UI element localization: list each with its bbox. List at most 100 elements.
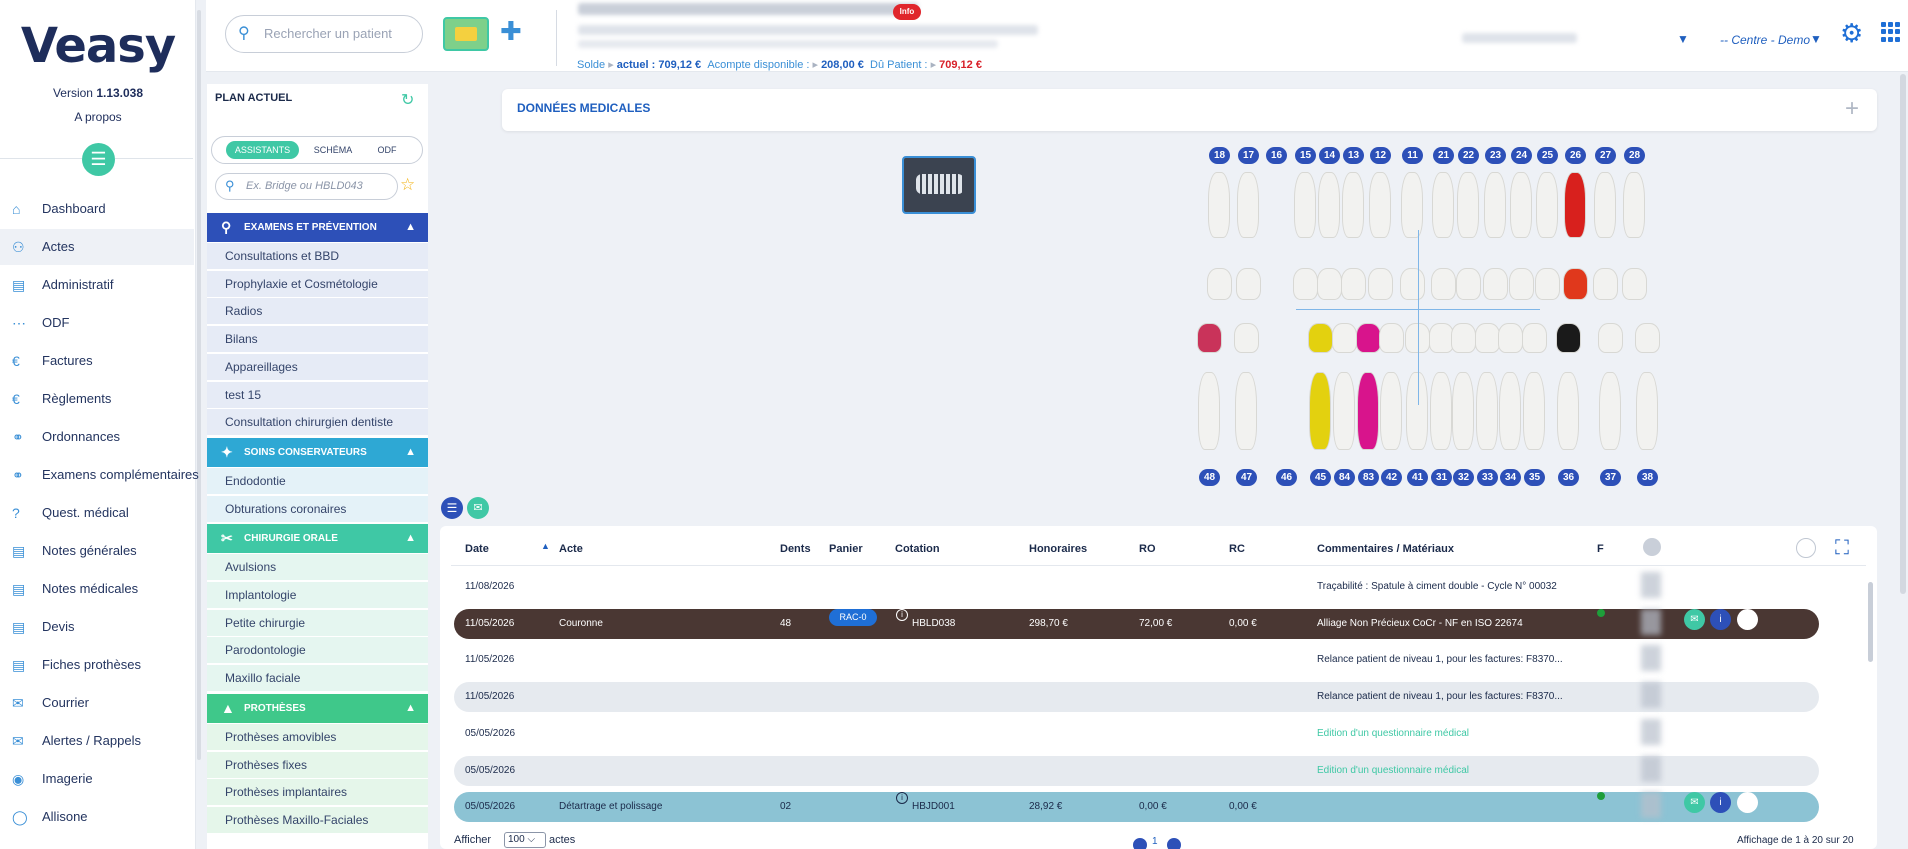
upper-tooth-crown[interactable] [1317,268,1342,300]
star-icon[interactable]: ☆ [400,175,415,195]
tooth-number[interactable]: 32 [1453,469,1474,486]
upper-tooth-crown[interactable] [1293,268,1318,300]
table-row[interactable]: 05/05/2026 Edition d'un questionnaire méd… [454,755,1819,786]
category-item[interactable]: Consultation chirurgien dentiste [207,409,428,437]
upper-tooth-root[interactable] [1536,172,1558,238]
header-date[interactable]: Date [465,543,489,555]
tooth-number[interactable]: 18 [1209,147,1230,164]
sidebar-item-odf[interactable]: ⋯ ODF [0,305,194,341]
sidebar-scrollbar[interactable] [197,10,201,760]
tooth-number[interactable]: 84 [1334,469,1355,486]
table-row[interactable]: 11/08/2026 Traçabilité : Spatule à ciment… [454,572,1819,602]
lower-tooth-crown[interactable] [1522,323,1547,353]
select-checkbox[interactable] [1737,792,1758,814]
lower-tooth-crown[interactable] [1635,323,1660,353]
table-row[interactable]: 11/05/2026 Couronne 48 RAC-0 i HBLD038 298,70 … [454,608,1819,639]
sidebar-item-notes-g-n-rales[interactable]: ▤ Notes générales [0,533,194,569]
comment-icon[interactable]: ✉ [1684,608,1705,630]
tooth-number[interactable]: 48 [1199,469,1220,486]
lower-tooth-root[interactable] [1309,372,1331,450]
category-header[interactable]: ✦ SOINS CONSERVATEURS ▲ [207,437,428,467]
lower-tooth-crown[interactable] [1308,323,1333,353]
lower-tooth-root[interactable] [1430,372,1452,450]
act-search-input[interactable]: Ex. Bridge ou HBLD043 [215,173,398,200]
lower-tooth-root[interactable] [1380,372,1402,450]
category-item[interactable]: test 15 [207,381,428,409]
upper-tooth-root[interactable] [1594,172,1616,238]
sidebar-item-dashboard[interactable]: ⌂ Dashboard [0,191,194,227]
chevron-down-icon[interactable]: ▼ [1810,32,1822,46]
category-item[interactable]: Implantologie [207,582,428,609]
upper-tooth-crown[interactable] [1535,268,1560,300]
table-row[interactable]: 05/05/2026 Edition d'un questionnaire méd… [454,718,1819,749]
lower-tooth-root[interactable] [1357,372,1379,450]
sidebar-item-fiches-proth-ses[interactable]: ▤ Fiches prothèses [0,647,194,683]
sidebar-item-examens-compl-mentaires[interactable]: ⚭ Examens complémentaires [0,457,199,493]
lower-tooth-root[interactable] [1599,372,1621,450]
info-icon[interactable]: i [1710,608,1731,630]
lower-tooth-crown[interactable] [1598,323,1623,353]
prev-page-button[interactable] [1133,838,1147,849]
category-item[interactable]: Radios [207,298,428,326]
category-item[interactable]: Consultations et BBD [207,243,428,270]
sidebar-item-allisone[interactable]: ◯ Allisone [0,799,194,835]
header-acte[interactable]: Acte [559,543,583,555]
select-checkbox[interactable] [1737,608,1758,630]
sidebar-item-r-glements[interactable]: € Règlements [0,381,194,417]
lower-tooth-root[interactable] [1523,372,1545,450]
sidebar-item-actes[interactable]: ⚇ Actes [0,229,194,265]
tooth-number[interactable]: 17 [1238,147,1259,164]
sidebar-item-ordonnances[interactable]: ⚭ Ordonnances [0,419,194,455]
category-header[interactable]: ▲ PROTHÈSES ▲ [207,693,428,723]
sidebar-item-devis[interactable]: ▤ Devis [0,609,194,645]
tooth-number[interactable]: 33 [1477,469,1498,486]
upper-tooth-root[interactable] [1294,172,1316,238]
tooth-number[interactable]: 14 [1319,147,1340,164]
upper-tooth-crown[interactable] [1509,268,1534,300]
upper-tooth-root[interactable] [1369,172,1391,238]
table-row[interactable]: 05/05/2026 Détartrage et polissage 02 i HBJD… [454,792,1819,823]
chevron-up-icon[interactable]: ▲ [405,213,416,242]
comments-button[interactable]: ✉ [467,497,489,519]
tab-schema[interactable]: SCHÉMA [306,141,360,159]
tab-assistants[interactable]: ASSISTANTS [226,141,299,159]
upper-tooth-crown[interactable] [1622,268,1647,300]
tooth-number[interactable]: 24 [1511,147,1532,164]
tooth-number[interactable]: 22 [1458,147,1479,164]
panoramic-xray-icon[interactable] [902,156,976,214]
comment-icon[interactable]: ✉ [1684,792,1705,814]
header-panier[interactable]: Panier [829,543,863,555]
upper-tooth-crown[interactable] [1456,268,1481,300]
table-scrollbar[interactable] [1868,582,1873,662]
lower-tooth-root[interactable] [1235,372,1257,450]
page-size-select[interactable]: 100 ⌵ [504,832,546,848]
upper-tooth-crown[interactable] [1368,268,1393,300]
upper-tooth-root[interactable] [1510,172,1532,238]
sidebar-item-courrier[interactable]: ✉ Courrier [0,685,194,721]
header-f[interactable]: F [1597,543,1604,555]
chevron-up-icon[interactable]: ▲ [405,438,416,467]
table-row[interactable]: 11/05/2026 Relance patient de niveau 1, p… [454,645,1819,675]
sort-asc-icon[interactable]: ▲ [541,541,550,551]
upper-tooth-crown[interactable] [1236,268,1261,300]
lower-tooth-root[interactable] [1557,372,1579,450]
tooth-number[interactable]: 26 [1565,147,1586,164]
info-icon[interactable]: i [896,608,908,621]
upper-tooth-crown[interactable] [1593,268,1618,300]
category-item[interactable]: Parodontologie [207,637,428,665]
upper-tooth-root[interactable] [1237,172,1259,238]
lower-tooth-crown[interactable] [1197,323,1222,353]
header-cotation[interactable]: Cotation [895,543,940,555]
lower-tooth-crown[interactable] [1451,323,1476,353]
lower-tooth-root[interactable] [1636,372,1658,450]
lower-tooth-crown[interactable] [1332,323,1357,353]
next-page-button[interactable] [1167,838,1181,849]
category-item[interactable]: Endodontie [207,467,428,495]
sidebar-item-factures[interactable]: € Factures [0,343,194,379]
tooth-number[interactable]: 47 [1236,469,1257,486]
lower-tooth-root[interactable] [1476,372,1498,450]
category-item[interactable]: Petite chirurgie [207,609,428,637]
apps-grid-icon[interactable] [1881,22,1901,42]
tooth-number[interactable]: 41 [1407,469,1428,486]
lower-tooth-crown[interactable] [1498,323,1523,353]
